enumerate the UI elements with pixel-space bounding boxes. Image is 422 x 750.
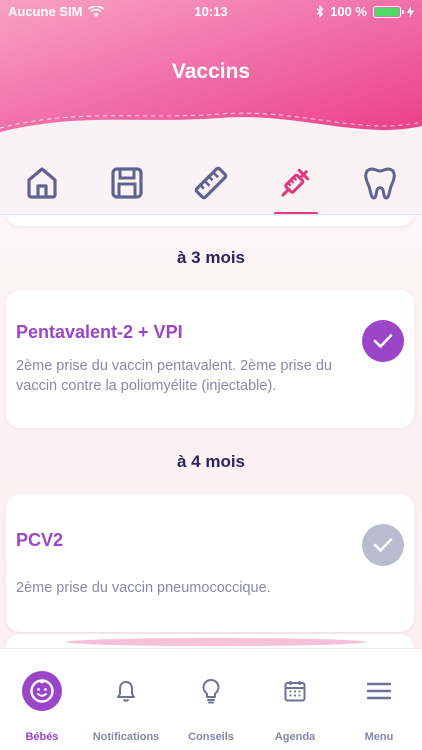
tab-growth[interactable] [179, 151, 243, 215]
page-title: Vaccins [171, 60, 251, 83]
category-tabs [0, 150, 422, 216]
battery-icon [373, 5, 404, 18]
battery-percent: 100 % [330, 4, 367, 19]
bell-icon [106, 671, 146, 711]
nav-label: Menu [364, 731, 394, 743]
nav-agenda[interactable]: Agenda [253, 649, 337, 750]
status-bar: Aucune SIM 10:13 100 % [0, 0, 422, 24]
charging-icon [407, 5, 414, 18]
nav-tips[interactable]: Conseils [169, 649, 253, 750]
calendar-icon [275, 671, 315, 711]
vaccine-name: Pentavalent-2 + VPI [16, 322, 183, 342]
nav-menu[interactable]: Menu [337, 649, 421, 750]
menu-icon [359, 671, 399, 711]
vaccine-done-toggle[interactable] [362, 524, 404, 566]
status-right: 100 % [316, 4, 414, 19]
previous-vaccine-card[interactable] [6, 216, 414, 226]
age-section-title: à 4 mois [176, 452, 246, 471]
card-decoration [66, 638, 366, 646]
lightbulb-icon [191, 671, 231, 711]
bottom-tab-bar: Bébés Notifications Conseils Agenda Menu [0, 648, 422, 750]
save-disk-icon [110, 167, 143, 199]
vaccine-done-toggle[interactable] [362, 320, 404, 362]
vaccine-card[interactable]: Pentavalent-2 + VPI 2ème prise du vaccin… [6, 290, 414, 428]
tooth-icon [364, 167, 396, 200]
checkmark-icon [373, 334, 393, 348]
ruler-icon [194, 166, 228, 200]
tab-records[interactable] [95, 151, 159, 215]
tab-vaccines[interactable] [263, 151, 327, 215]
home-icon [27, 167, 57, 199]
age-section-title: à 3 mois [176, 248, 246, 267]
nav-babies[interactable]: Bébés [0, 649, 84, 750]
vaccine-card[interactable]: PCV2 2ème prise du vaccin pneumococcique… [6, 494, 414, 632]
bluetooth-icon [316, 5, 324, 18]
nav-label: Bébés [25, 731, 59, 743]
baby-face-icon [22, 671, 62, 711]
nav-label: Notifications [92, 731, 160, 743]
header: Aucune SIM 10:13 100 % Vaccins [0, 0, 422, 150]
vaccine-list[interactable]: à 3 mois Pentavalent-2 + VPI 2ème prise … [0, 216, 422, 648]
nav-notifications[interactable]: Notifications [84, 649, 168, 750]
next-vaccine-card[interactable] [6, 634, 414, 648]
checkmark-icon [373, 538, 393, 552]
tab-home[interactable] [10, 151, 74, 215]
tab-teeth[interactable] [348, 151, 412, 215]
vaccine-description: 2ème prise du vaccin pentavalent. 2ème p… [16, 358, 332, 394]
nav-label: Conseils [188, 731, 234, 743]
tab-divider [0, 214, 422, 215]
nav-label: Agenda [274, 731, 316, 743]
syringe-icon [281, 168, 310, 197]
vaccine-name: PCV2 [16, 530, 64, 550]
vaccine-description: 2ème prise du vaccin pneumococcique. [16, 580, 271, 596]
